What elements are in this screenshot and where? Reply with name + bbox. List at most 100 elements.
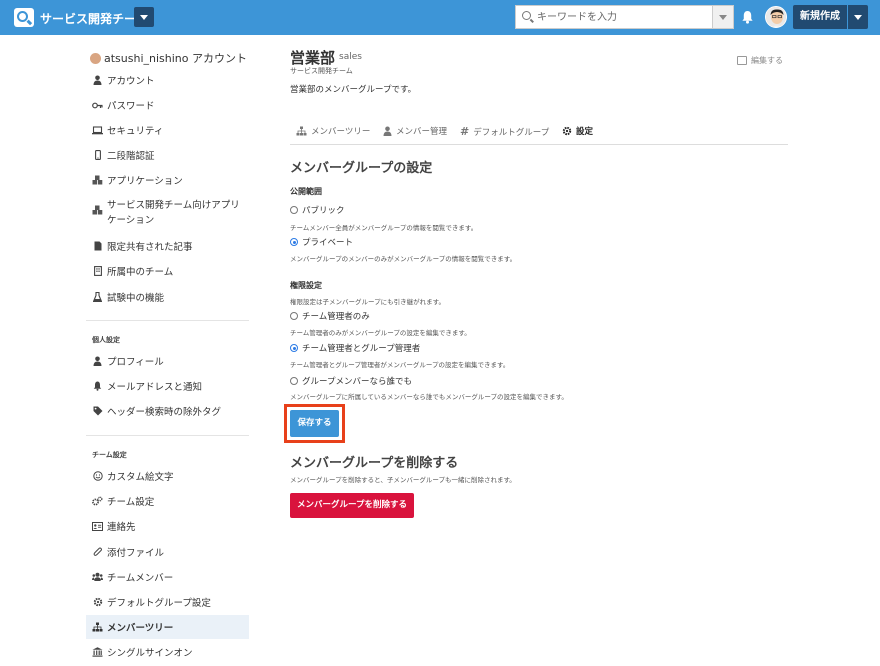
users-icon [92,572,103,583]
key-icon [92,100,103,111]
visibility-private-help: メンバーグループのメンバーのみがメンバーグループの情報を閲覧できます。 [290,255,517,263]
chevron-down-icon [140,15,148,20]
sidebar-item-attachments[interactable]: 添付ファイル [86,540,249,564]
sidebar-item-experimental[interactable]: 試験中の機能 [86,285,249,309]
sidebar-item-email-notify[interactable]: メールアドレスと通知 [86,374,249,398]
sidebar-divider [86,435,249,436]
permission-label: 権限設定 [290,281,322,290]
sidebar-item-security[interactable]: セキュリティ [86,118,249,142]
search-dropdown[interactable] [712,6,733,28]
radio-private[interactable] [290,238,298,246]
delete-section-title: メンバーグループを削除する [290,456,459,471]
sidebar-item-my-teams[interactable]: 所属中のチーム [86,259,249,283]
tab-settings[interactable]: 設定 [562,125,593,137]
permission-team-and-group-admin-help: チーム管理者とグループ管理者がメンバーグループの設定を編集できます。 [290,361,510,369]
save-button[interactable]: 保存する [290,410,339,437]
search-icon [522,11,531,20]
delete-help: メンバーグループを削除すると、子メンバーグループも一緒に削除されます。 [290,476,516,484]
notification-bell-icon[interactable] [741,10,754,24]
file-icon [92,241,103,252]
sidebar-item-custom-emoji[interactable]: カスタム絵文字 [86,464,249,488]
smile-icon [92,471,103,482]
paperclip-icon [92,547,103,558]
esa-logo-icon[interactable] [14,8,34,27]
tab-member-tree[interactable]: メンバーツリー [296,125,370,137]
sidebar-divider [86,320,249,321]
avatar-icon [90,52,101,64]
search-input[interactable] [537,8,707,26]
new-post-dropdown[interactable] [848,5,868,29]
mobile-icon [92,150,103,161]
user-avatar[interactable] [765,6,787,28]
radio-any-member[interactable] [290,377,298,385]
sidebar-item-applications[interactable]: アプリケーション [86,168,249,192]
edit-icon [737,56,747,65]
gear-icon [92,597,103,608]
visibility-label: 公開範囲 [290,187,322,196]
sidebar-item-excluded-tags[interactable]: ヘッダー検索時の除外タグ [86,399,249,423]
tag-icon [92,406,103,417]
flask-icon [92,292,103,303]
permission-any-member-help: メンバーグループに所属しているメンバーなら誰でもメンバーグループの設定を編集でき… [290,393,568,401]
user-icon [92,75,103,86]
sidebar-item-sso[interactable]: シングルサインオン [86,640,249,664]
user-icon [92,356,103,367]
sidebar-item-team-applications[interactable]: サービス開発チーム向けアプリケーション [86,194,249,228]
visibility-private-option[interactable]: プライベート [290,236,353,248]
top-navbar: サービス開発チーム 新規作成 [0,0,880,35]
group-title: 営業部 [290,49,336,67]
radio-team-admin[interactable] [290,312,298,320]
sitemap-icon [296,126,307,136]
visibility-public-option[interactable]: パブリック [290,204,345,216]
sidebar-heading-personal: 個人設定 [92,336,120,344]
tab-member-management[interactable]: メンバー管理 [383,125,447,137]
settings-section-title: メンバーグループの設定 [290,161,433,176]
sidebar-item-member-tree[interactable]: メンバーツリー [86,615,249,639]
radio-public[interactable] [290,206,298,214]
sidebar-item-shared-posts[interactable]: 限定共有された記事 [86,234,249,258]
group-tabs: メンバーツリー メンバー管理 # デフォルトグループ 設定 [290,125,788,145]
building-icon [92,266,103,277]
tab-default-group[interactable]: # デフォルトグループ [460,125,549,138]
laptop-icon [92,125,103,136]
hashtag-icon: # [460,125,470,138]
sidebar-item-account[interactable]: アカウント [86,68,249,92]
sidebar-item-password[interactable]: パスワード [86,93,249,117]
chevron-down-icon [854,15,862,20]
bell-icon [92,381,103,392]
permission-any-member-option[interactable]: グループメンバーなら誰でも [290,375,412,387]
sidebar-item-default-group-settings[interactable]: デフォルトグループ設定 [86,590,249,614]
radio-team-and-group-admin[interactable] [290,344,298,352]
group-team-name: サービス開発チーム [290,67,353,75]
cubes-icon [92,204,103,215]
sidebar-item-profile[interactable]: プロフィール [86,349,249,373]
sidebar-item-two-factor[interactable]: 二段階認証 [86,143,249,167]
permission-team-admin-help: チーム管理者のみがメンバーグループの設定を編集できます。 [290,329,471,337]
address-card-icon [92,521,103,532]
sidebar-item-team-settings[interactable]: チーム設定 [86,489,249,513]
delete-group-button[interactable]: メンバーグループを削除する [290,493,414,518]
gears-icon [92,496,103,507]
sitemap-icon [92,622,103,633]
sidebar-item-team-members[interactable]: チームメンバー [86,565,249,589]
permission-team-and-group-admin-option[interactable]: チーム管理者とグループ管理者 [290,342,420,354]
visibility-public-help: チームメンバー全員がメンバーグループの情報を閲覧できます。 [290,224,478,232]
chevron-down-icon [719,15,727,20]
group-subtitle: sales [339,52,362,62]
sidebar-item-contacts[interactable]: 連絡先 [86,514,249,538]
team-switch-dropdown[interactable] [134,7,154,27]
bank-icon [92,647,103,658]
permission-team-admin-option[interactable]: チーム管理者のみ [290,310,370,322]
gear-icon [562,126,572,136]
save-button-highlight: 保存する [284,404,345,443]
new-post-button[interactable]: 新規作成 [793,5,847,29]
account-title: atsushi_nishino アカウント [90,50,247,66]
edit-group-link[interactable]: 編集する [737,55,783,66]
team-name[interactable]: サービス開発チーム [40,10,148,27]
cubes-icon [92,175,103,186]
permission-help: 権限設定は子メンバーグループにも引き継がれます。 [290,298,445,306]
user-icon [383,126,392,136]
group-description: 営業部のメンバーグループです。 [290,85,417,95]
search-box[interactable] [515,5,734,29]
sidebar-heading-team: チーム設定 [92,451,127,459]
